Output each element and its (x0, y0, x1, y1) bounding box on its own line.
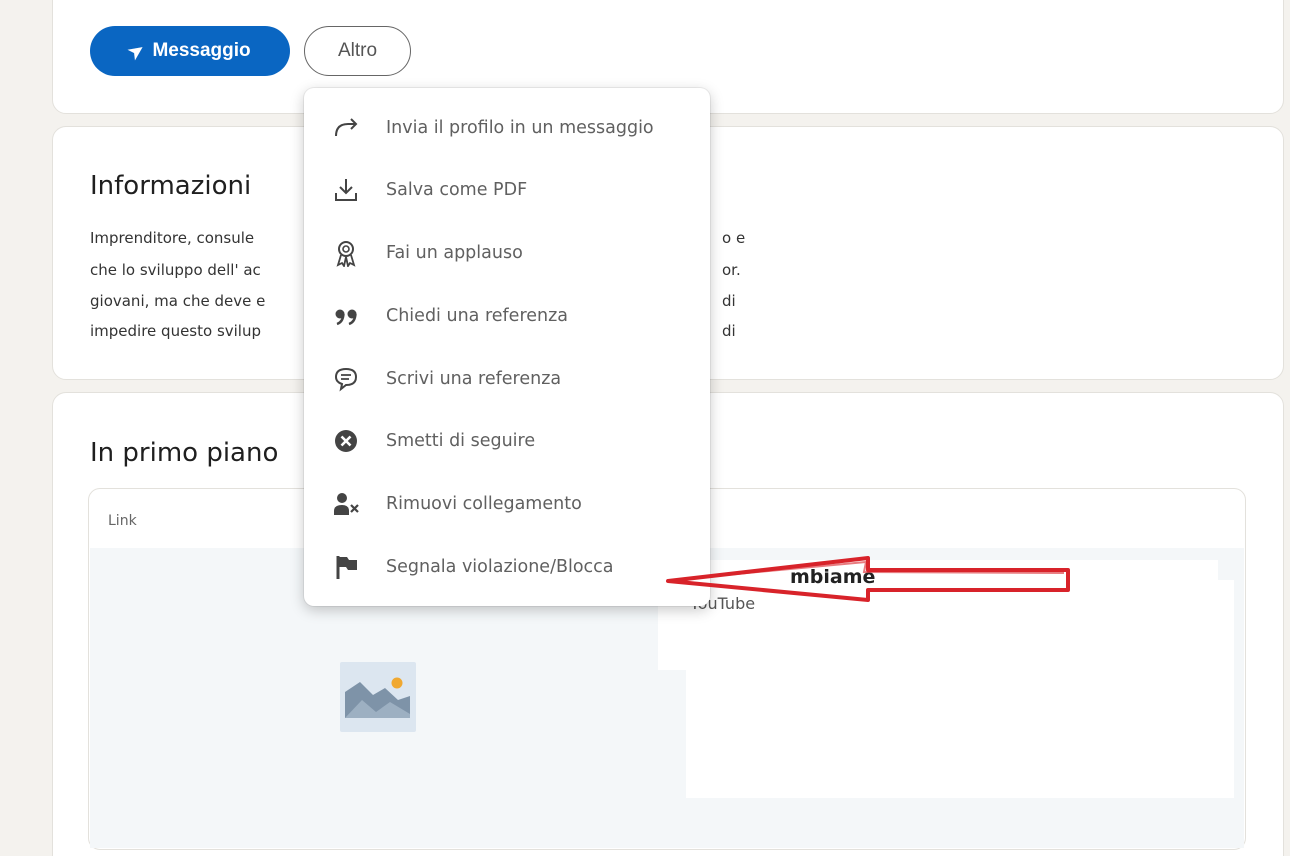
featured-title: In primo piano (90, 438, 279, 468)
remove-person-icon (330, 488, 362, 520)
about-text-tail: di (722, 292, 736, 310)
award-ribbon-icon (330, 237, 362, 269)
message-button-label: Messaggio (152, 40, 251, 61)
download-icon (330, 174, 362, 206)
menu-item-label: Rimuovi collegamento (386, 494, 582, 514)
featured-item-type-label: Link (108, 513, 137, 529)
featured-link-title[interactable]: mbiame (790, 566, 875, 588)
flag-icon (330, 551, 362, 583)
about-text-tail: o e (722, 229, 746, 247)
about-text-line: che lo sviluppo dell' ac (90, 261, 261, 279)
menu-item-write-recommendation[interactable]: Scrivi una referenza (304, 351, 710, 407)
speech-bubble-icon (330, 363, 362, 395)
menu-item-label: Salva come PDF (386, 180, 528, 200)
about-text-line: impedire questo svilup (90, 322, 262, 340)
about-text-tail: or. (722, 261, 741, 279)
more-button-label: Altro (337, 40, 378, 61)
menu-item-unfollow[interactable]: Smetti di seguire (304, 413, 710, 469)
more-actions-menu: Invia il profilo in un messaggio Salva c… (304, 88, 710, 606)
about-text-line: giovani, ma che deve e (90, 292, 266, 310)
menu-item-report-block[interactable]: Segnala violazione/Blocca (304, 539, 710, 595)
share-arrow-icon (330, 112, 362, 144)
message-button[interactable]: ➤ Messaggio (90, 26, 290, 76)
menu-item-label: Segnala violazione/Blocca (386, 557, 614, 577)
send-icon: ➤ (124, 38, 149, 64)
featured-link-panel (686, 580, 1234, 798)
menu-item-label: Scrivi una referenza (386, 369, 562, 389)
more-button[interactable]: Altro (304, 26, 411, 76)
about-text-line: Imprenditore, consule (90, 229, 255, 247)
about-text-tail: di (722, 322, 736, 340)
menu-item-save-pdf[interactable]: Salva come PDF (304, 162, 710, 218)
menu-item-applause[interactable]: Fai un applauso (304, 225, 710, 281)
menu-item-label: Chiedi una referenza (386, 306, 569, 326)
quote-icon (330, 300, 362, 332)
menu-item-send-profile[interactable]: Invia il profilo in un messaggio (304, 100, 710, 156)
menu-item-request-recommendation[interactable]: Chiedi una referenza (304, 288, 710, 344)
about-title: Informazioni (90, 171, 252, 201)
menu-item-label: Smetti di seguire (386, 431, 536, 451)
menu-item-remove-connection[interactable]: Rimuovi collegamento (304, 476, 710, 532)
close-circle-icon (330, 425, 362, 457)
menu-item-label: Fai un applauso (386, 243, 523, 263)
image-placeholder-icon (340, 662, 416, 732)
menu-item-label: Invia il profilo in un messaggio (386, 118, 654, 138)
